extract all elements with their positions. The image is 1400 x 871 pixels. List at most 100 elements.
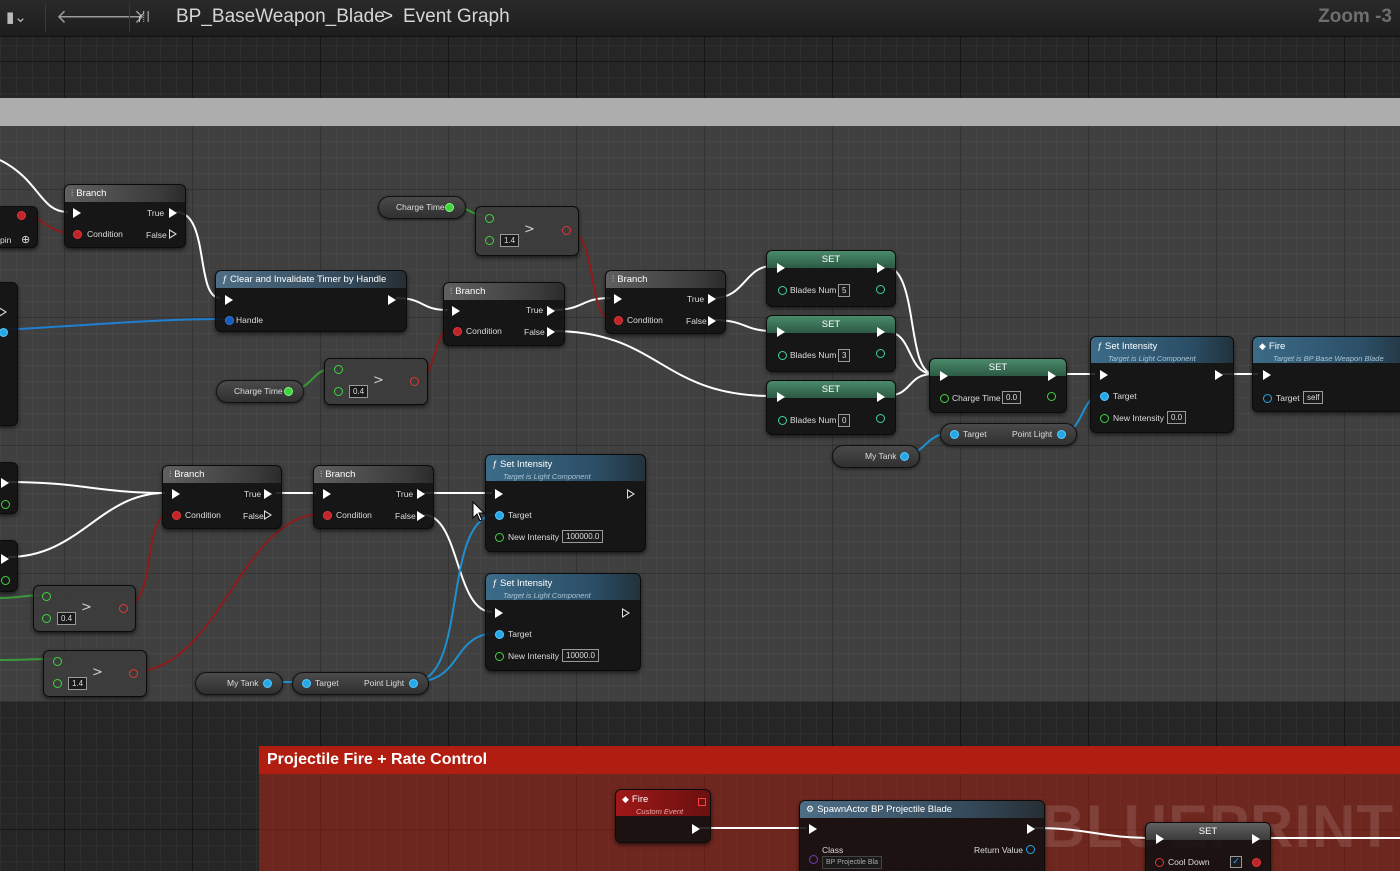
bool-out-pin[interactable] bbox=[17, 211, 26, 220]
object-out-pin[interactable] bbox=[900, 452, 909, 461]
fire-custom-event-node[interactable]: ◆ Fire Custom Event bbox=[615, 789, 711, 843]
partial-node-add-pin[interactable]: pin ⊕ bbox=[0, 206, 38, 248]
condition-pin[interactable] bbox=[453, 327, 462, 336]
exec-false-pin[interactable] bbox=[417, 511, 425, 521]
set-blades-num-node[interactable]: SET Blades Num 3 bbox=[766, 315, 896, 372]
branch-node-1[interactable]: ⫶ Branch True Condition False bbox=[64, 184, 186, 248]
new-intensity-pin[interactable] bbox=[495, 652, 504, 661]
target-pin[interactable] bbox=[495, 511, 504, 520]
a-pin[interactable] bbox=[485, 214, 494, 223]
exec-out-pin[interactable] bbox=[877, 263, 885, 273]
partial-node-left-3[interactable] bbox=[0, 540, 18, 592]
charge-time-out-pin[interactable] bbox=[1047, 392, 1056, 401]
charge-time-getter[interactable]: Charge Time bbox=[378, 196, 466, 219]
exec-out-pin[interactable] bbox=[1215, 370, 1223, 380]
bool-out-pin[interactable] bbox=[129, 669, 138, 678]
exec-in-pin[interactable] bbox=[323, 489, 331, 499]
clear-invalidate-timer-node[interactable]: ƒ Clear and Invalidate Timer by Handle Ha… bbox=[215, 270, 407, 332]
exec-out-pin[interactable] bbox=[1048, 371, 1056, 381]
blades-num-pin[interactable] bbox=[778, 351, 787, 360]
exec-in-pin[interactable] bbox=[495, 608, 503, 618]
my-tank-getter[interactable]: My Tank bbox=[832, 445, 920, 468]
condition-pin[interactable] bbox=[73, 230, 82, 239]
blades-num-value[interactable]: 5 bbox=[838, 284, 851, 297]
point-light-out-pin[interactable] bbox=[409, 679, 418, 688]
exec-out-pin[interactable] bbox=[627, 489, 635, 499]
float-out-pin[interactable] bbox=[445, 203, 454, 212]
new-intensity-value[interactable]: 10000.0 bbox=[562, 649, 599, 662]
exec-out-pin[interactable] bbox=[877, 392, 885, 402]
branch-node-3[interactable]: ⫶ Branch True Condition False bbox=[605, 270, 726, 334]
exec-in-pin[interactable] bbox=[809, 824, 817, 834]
blades-num-value[interactable]: 0 bbox=[838, 414, 851, 427]
greater-than-node[interactable]: 0.4 > bbox=[324, 358, 428, 405]
greater-than-node[interactable]: 0.4 > bbox=[33, 585, 136, 632]
condition-pin[interactable] bbox=[323, 511, 332, 520]
b-pin[interactable] bbox=[42, 614, 51, 623]
bookmark-icon[interactable]: ▮⌄ bbox=[6, 8, 27, 26]
exec-in-pin[interactable] bbox=[614, 294, 622, 304]
add-pin-icon[interactable]: ⊕ bbox=[21, 233, 30, 246]
set-intensity-node[interactable]: ƒ Set Intensity Target is Light Component … bbox=[1090, 336, 1234, 433]
breadcrumb-graph[interactable]: Event Graph bbox=[403, 6, 510, 28]
float-pin[interactable] bbox=[1, 576, 10, 585]
target-pin[interactable] bbox=[302, 679, 311, 688]
b-pin[interactable] bbox=[53, 679, 62, 688]
exec-out-pin[interactable] bbox=[622, 608, 630, 618]
class-dropdown[interactable]: BP Projectile Bla bbox=[822, 856, 883, 869]
exec-in-pin[interactable] bbox=[777, 327, 785, 337]
object-out-pin[interactable] bbox=[263, 679, 272, 688]
exec-out-pin[interactable] bbox=[0, 307, 7, 317]
charge-time-value[interactable]: 0.0 bbox=[1002, 391, 1022, 404]
bool-out-pin[interactable] bbox=[410, 377, 419, 386]
exec-in-pin[interactable] bbox=[1263, 370, 1271, 380]
exec-true-pin[interactable] bbox=[264, 489, 272, 499]
exec-in-pin[interactable] bbox=[172, 489, 180, 499]
exec-in-pin[interactable] bbox=[225, 295, 233, 305]
branch-node-4[interactable]: ⫶ Branch True Condition False bbox=[162, 465, 282, 529]
set-intensity-node[interactable]: ƒ Set Intensity Target is Light Component … bbox=[485, 573, 641, 671]
exec-in-pin[interactable] bbox=[777, 263, 785, 273]
exec-true-pin[interactable] bbox=[169, 208, 177, 218]
condition-pin[interactable] bbox=[172, 511, 181, 520]
exec-out-pin[interactable] bbox=[877, 327, 885, 337]
partial-node-left[interactable] bbox=[0, 282, 18, 426]
b-pin[interactable] bbox=[485, 236, 494, 245]
exec-in-pin[interactable] bbox=[73, 208, 81, 218]
partial-node-left-2[interactable] bbox=[0, 462, 18, 514]
handle-pin[interactable] bbox=[225, 316, 234, 325]
b-value[interactable]: 0.4 bbox=[349, 385, 369, 398]
exec-false-pin[interactable] bbox=[708, 316, 716, 326]
float-out-pin[interactable] bbox=[284, 387, 293, 396]
a-pin[interactable] bbox=[53, 657, 62, 666]
delegate-pin[interactable] bbox=[698, 798, 706, 806]
set-intensity-node[interactable]: ƒ Set Intensity Target is Light Component … bbox=[485, 454, 646, 552]
class-pin[interactable] bbox=[809, 855, 818, 864]
condition-pin[interactable] bbox=[614, 316, 623, 325]
branch-node-5[interactable]: ⫶ Branch True Condition False bbox=[313, 465, 434, 529]
set-blades-num-node[interactable]: SET Blades Num 0 bbox=[766, 380, 896, 435]
target-pin[interactable] bbox=[1100, 392, 1109, 401]
breadcrumb-blueprint[interactable]: BP_BaseWeapon_Blade bbox=[176, 6, 385, 28]
exec-in-pin[interactable] bbox=[452, 306, 460, 316]
cool-down-pin[interactable] bbox=[1155, 858, 1164, 867]
fire-call-node[interactable]: ◆ Fire Target is BP Base Weapon Blade Targ… bbox=[1252, 336, 1400, 412]
graph-canvas[interactable]: Projectile Fire + Rate Control BLUEPRINT bbox=[0, 0, 1400, 871]
blades-num-out-pin[interactable] bbox=[876, 285, 885, 294]
exec-out-pin[interactable] bbox=[1027, 824, 1035, 834]
exec-out-pin[interactable] bbox=[692, 824, 700, 834]
float-pin[interactable] bbox=[1, 500, 10, 509]
new-intensity-pin[interactable] bbox=[1100, 414, 1109, 423]
my-tank-getter[interactable]: My Tank bbox=[195, 672, 283, 695]
exec-true-pin[interactable] bbox=[547, 306, 555, 316]
exec-out-pin[interactable] bbox=[388, 295, 396, 305]
branch-node-2[interactable]: ⫶ Branch True Condition False bbox=[443, 282, 565, 346]
return-value-pin[interactable] bbox=[1026, 845, 1035, 854]
blades-num-pin[interactable] bbox=[778, 286, 787, 295]
greater-than-node[interactable]: 1.4 > bbox=[475, 206, 579, 256]
a-pin[interactable] bbox=[42, 592, 51, 601]
charge-time-pin[interactable] bbox=[940, 394, 949, 403]
a-pin[interactable] bbox=[334, 365, 343, 374]
exec-out-pin[interactable] bbox=[1, 478, 9, 488]
target-value[interactable]: self bbox=[1303, 391, 1324, 404]
